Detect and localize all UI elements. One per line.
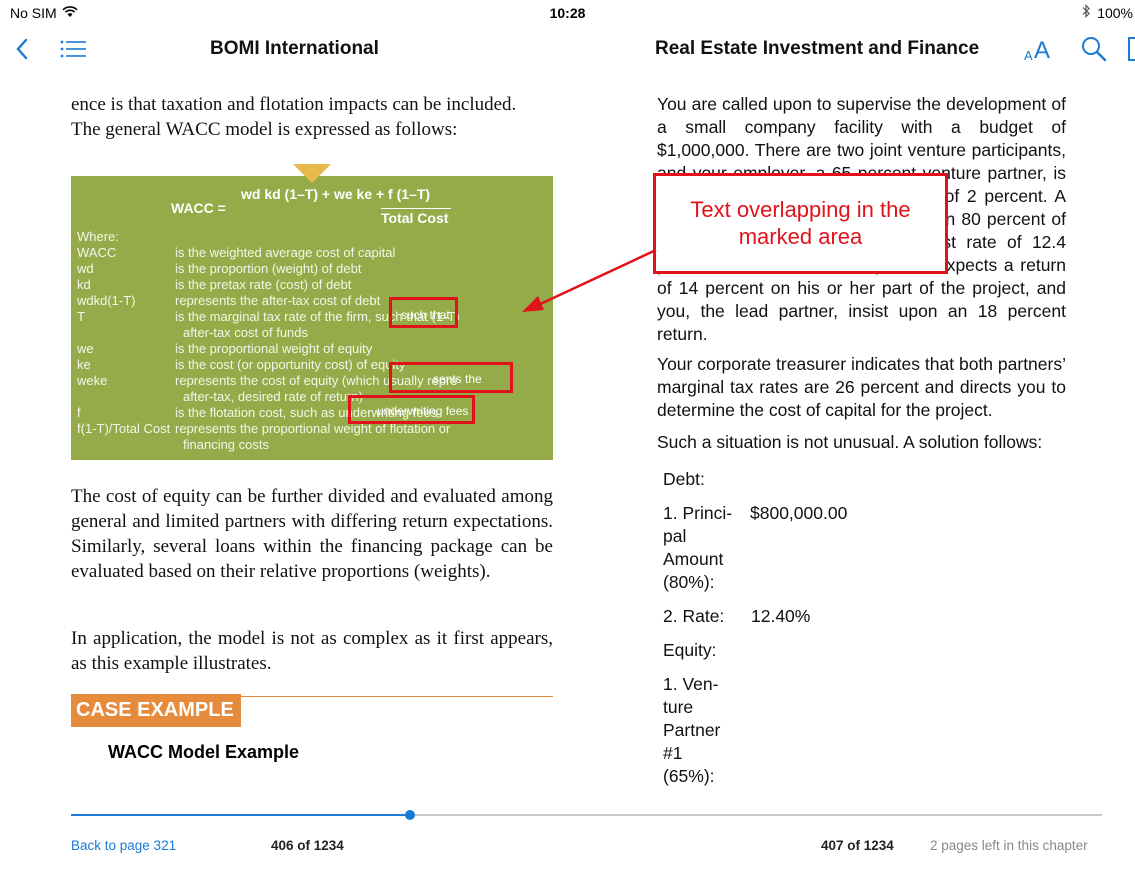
venture-label-line: ture: [663, 697, 694, 717]
svg-text:A: A: [1024, 48, 1033, 63]
nav-bar: BOMI International Real Estate Investmen…: [0, 26, 1135, 72]
bluetooth-icon: [1081, 4, 1091, 21]
left-paragraph-cost-of-equity: The cost of equity can be further divide…: [71, 486, 553, 582]
right-page-book-title: Real Estate Investment and Finance: [655, 38, 980, 59]
principal-label-line: Amount: [663, 549, 724, 569]
definition-symbol: f: [77, 405, 81, 420]
definition-text: is the proportion (weight) of debt: [175, 261, 362, 276]
definition-symbol: weke: [77, 373, 108, 388]
definition-symbol: T: [77, 309, 85, 324]
formula-fraction-bar: [381, 208, 451, 209]
venture-partner-label: 1. Ven- ture Partner #1 (65%):: [663, 673, 720, 788]
definition-text: is the proportional weight of equity: [175, 341, 373, 356]
status-bar: No SIM 10:28 100%: [0, 0, 1135, 26]
definition-symbol: wdkd(1-T): [77, 293, 136, 308]
definition-symbol: f(1-T)/Total Cost: [77, 421, 171, 436]
definition-text: represents the after-tax cost of debt: [175, 293, 381, 308]
clock: 10:28: [549, 5, 586, 21]
page-progress-fill: [71, 814, 410, 816]
definition-text: financing costs: [183, 437, 269, 452]
definition-text: after-tax cost of funds: [183, 325, 309, 340]
definition-symbol: Where:: [77, 229, 119, 244]
left-paragraph-application: In application, the model is not as comp…: [71, 628, 553, 674]
definition-symbol: we: [77, 341, 94, 356]
formula-lhs: WACC =: [171, 200, 226, 216]
principal-label: 1. Princi- pal Amount (80%):: [663, 502, 732, 594]
page-progress-slider-knob[interactable]: [405, 810, 415, 820]
definition-text: is the pretax rate (cost) of debt: [175, 277, 352, 292]
right-page-number: 407 of 1234: [821, 838, 894, 853]
definition-symbol: ke: [77, 357, 91, 372]
case-example-badge: CASE EXAMPLE: [71, 694, 241, 727]
annotation-callout: Text overlapping in the marked area: [653, 173, 948, 274]
overlap-highlight-box: [389, 297, 458, 328]
definition-symbol: kd: [77, 277, 91, 292]
principal-label-line: (80%):: [663, 572, 715, 592]
battery-level: 100%: [1097, 5, 1133, 21]
left-page-book-title: BOMI International: [210, 38, 379, 59]
figure-marker-triangle: [293, 164, 331, 183]
formula-denominator: Total Cost: [381, 210, 449, 226]
definition-text: is the cost (or opportunity cost) of equ…: [175, 357, 406, 372]
rate-label: 2. Rate:: [663, 606, 725, 626]
principal-label-line: 1. Princi-: [663, 503, 733, 523]
rate-value: 12.40%: [751, 606, 811, 626]
overlap-highlight-box: [389, 362, 513, 393]
venture-label-line: 1. Ven-: [663, 674, 719, 694]
right-paragraph-solution: Such a situation is not unusual. A solut…: [657, 432, 1043, 452]
principal-value: $800,000.00: [750, 503, 848, 523]
back-chevron-icon[interactable]: [12, 35, 34, 63]
definition-text: after-tax, desired rate of return): [183, 389, 363, 404]
formula-numerator: wd kd (1–T) + we ke + f (1–T): [241, 186, 431, 202]
definition-symbol: WACC: [77, 245, 117, 260]
svg-text:A: A: [1034, 37, 1050, 64]
venture-label-line: #1: [663, 743, 683, 763]
debt-heading: Debt:: [663, 469, 705, 489]
bookmark-icon[interactable]: [1128, 37, 1135, 61]
left-intro-line-1: ence is that taxation and flotation impa…: [71, 94, 517, 115]
equity-heading: Equity:: [663, 640, 717, 660]
left-paragraph-intro: ence is that taxation and flotation impa…: [71, 92, 553, 142]
left-intro-line-2: The general WACC model is expressed as f…: [71, 119, 458, 140]
definition-symbol: wd: [77, 261, 94, 276]
principal-label-line: pal: [663, 526, 687, 546]
search-icon[interactable]: [1080, 35, 1108, 63]
chapter-pages-remaining: 2 pages left in this chapter: [930, 838, 1088, 853]
venture-label-line: Partner: [663, 720, 721, 740]
left-page-number: 406 of 1234: [271, 838, 344, 853]
right-paragraph-treasurer: Your corporate treasurer indicates that …: [657, 354, 1066, 420]
definition-text: is the weighted average cost of capital: [175, 245, 396, 260]
wacc-formula-figure: WACC = wd kd (1–T) + we ke + f (1–T) Tot…: [71, 164, 553, 460]
overlap-highlight-box: [348, 395, 475, 424]
venture-label-line: (65%):: [663, 766, 715, 786]
case-example-title: WACC Model Example: [108, 742, 300, 762]
back-to-page-link[interactable]: Back to page 321: [71, 838, 176, 853]
font-size-icon[interactable]: AA: [1022, 34, 1056, 64]
table-of-contents-icon[interactable]: [60, 39, 88, 59]
